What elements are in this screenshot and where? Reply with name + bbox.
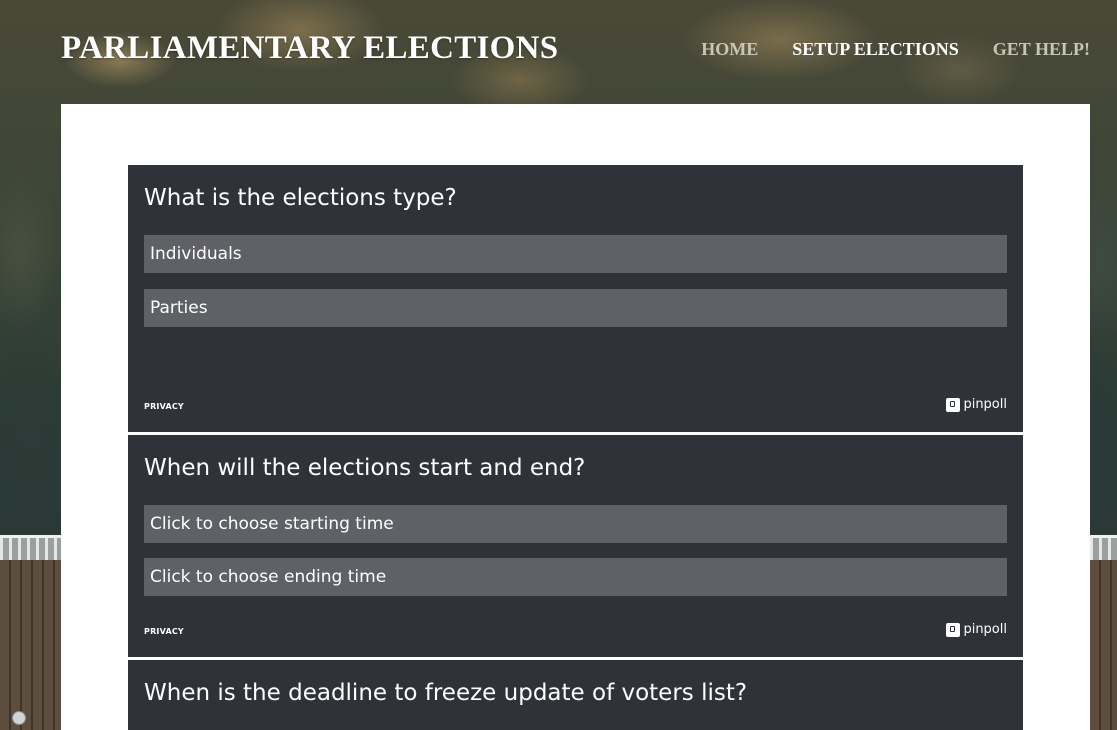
main-nav: HOME SETUP ELECTIONS GET HELP!: [701, 39, 1090, 60]
background-deck-right: [1090, 535, 1117, 730]
pinpoll-brand[interactable]: pinpoll: [946, 622, 1007, 637]
main-content: What is the elections type? Individuals …: [61, 104, 1090, 730]
start-time-picker[interactable]: Click to choose starting time: [144, 505, 1007, 543]
pinpoll-brand-label: pinpoll: [963, 397, 1007, 412]
poll-election-type: What is the elections type? Individuals …: [128, 165, 1023, 432]
pinpoll-logo-icon: [946, 622, 961, 637]
poll-option-parties[interactable]: Parties: [144, 289, 1007, 327]
site-title[interactable]: PARLIAMENTARY ELECTIONS: [61, 30, 558, 67]
pinpoll-brand[interactable]: pinpoll: [946, 397, 1007, 412]
poll-election-time: When will the elections start and end? C…: [128, 435, 1023, 657]
nav-home[interactable]: HOME: [701, 39, 758, 60]
end-time-picker[interactable]: Click to choose ending time: [144, 558, 1007, 596]
nav-setup-elections[interactable]: SETUP ELECTIONS: [792, 39, 959, 60]
site-header: PARLIAMENTARY ELECTIONS HOME SETUP ELECT…: [0, 0, 1117, 104]
pinpoll-brand-label: pinpoll: [963, 622, 1007, 637]
poll-question: When is the deadline to freeze update of…: [144, 680, 748, 706]
background-railing-left: [0, 535, 61, 560]
privacy-link[interactable]: PRIVACY: [144, 402, 184, 411]
privacy-link[interactable]: PRIVACY: [144, 627, 184, 636]
poll-question: What is the elections type?: [144, 185, 457, 211]
poll-voters-list-deadline: When is the deadline to freeze update of…: [128, 660, 1023, 730]
poll-option-individuals[interactable]: Individuals: [144, 235, 1007, 273]
corner-circle-icon: [12, 711, 26, 725]
poll-question: When will the elections start and end?: [144, 455, 586, 481]
background-deck-left: [0, 535, 61, 730]
nav-get-help[interactable]: GET HELP!: [993, 39, 1090, 60]
pinpoll-logo-icon: [946, 397, 961, 412]
background-railing-right: [1090, 535, 1117, 560]
